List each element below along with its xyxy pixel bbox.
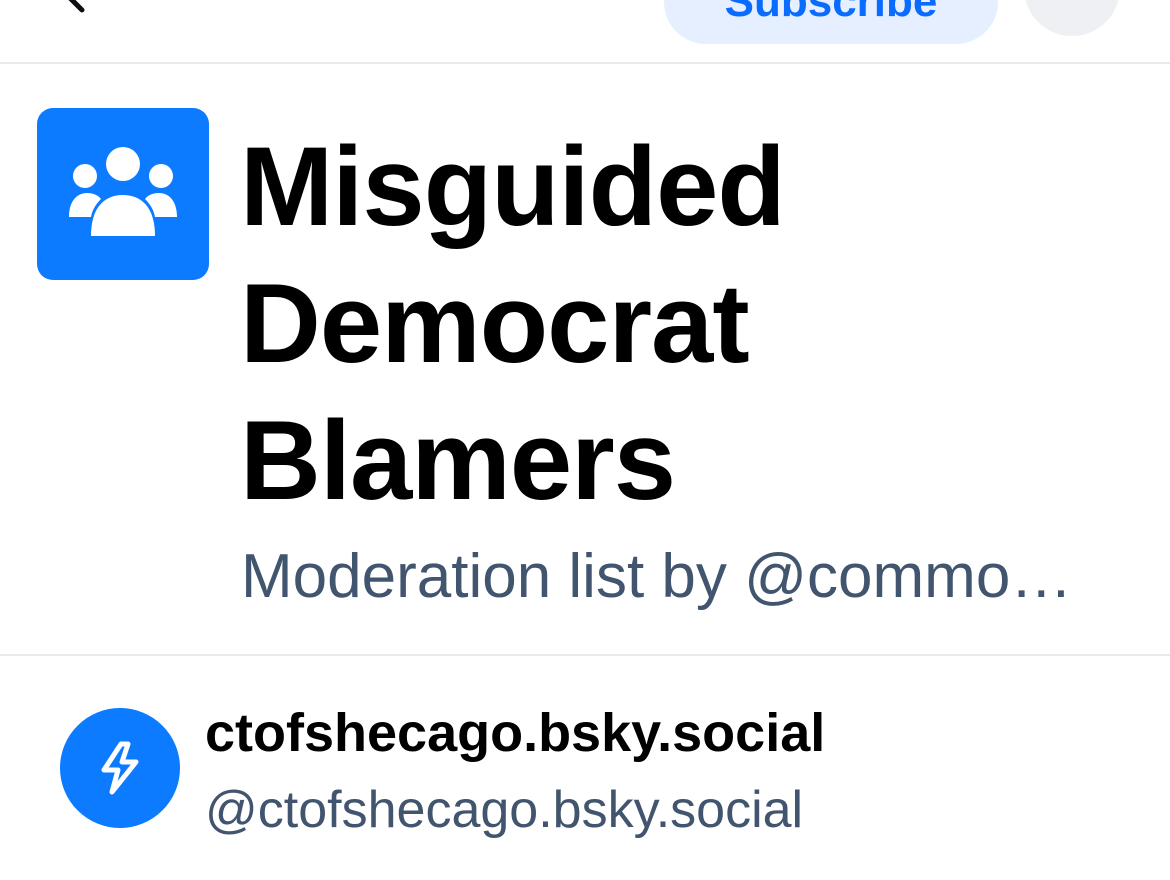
more-options-button[interactable] [1024, 0, 1120, 36]
list-item[interactable]: ctofshecago.bsky.social @ctofshecago.bsk… [0, 656, 1170, 880]
chevron-left-icon[interactable] [58, 0, 94, 14]
subscribe-button[interactable]: Subscribe [664, 0, 998, 44]
member-display-name: ctofshecago.bsky.social [205, 703, 826, 763]
list-title: Misguided Democrat Blamers [240, 124, 786, 523]
list-page: Subscribe Misguided Democrat Blamers Mod… [0, 0, 1170, 880]
lightning-bolt-icon [101, 741, 139, 795]
top-header: Subscribe [0, 0, 1170, 64]
avatar[interactable] [60, 708, 180, 828]
users-group-icon [69, 147, 177, 236]
list-subtitle[interactable]: Moderation list by @commo… [241, 540, 1121, 614]
member-handle: @ctofshecago.bsky.social [205, 781, 804, 839]
list-avatar [37, 108, 209, 280]
